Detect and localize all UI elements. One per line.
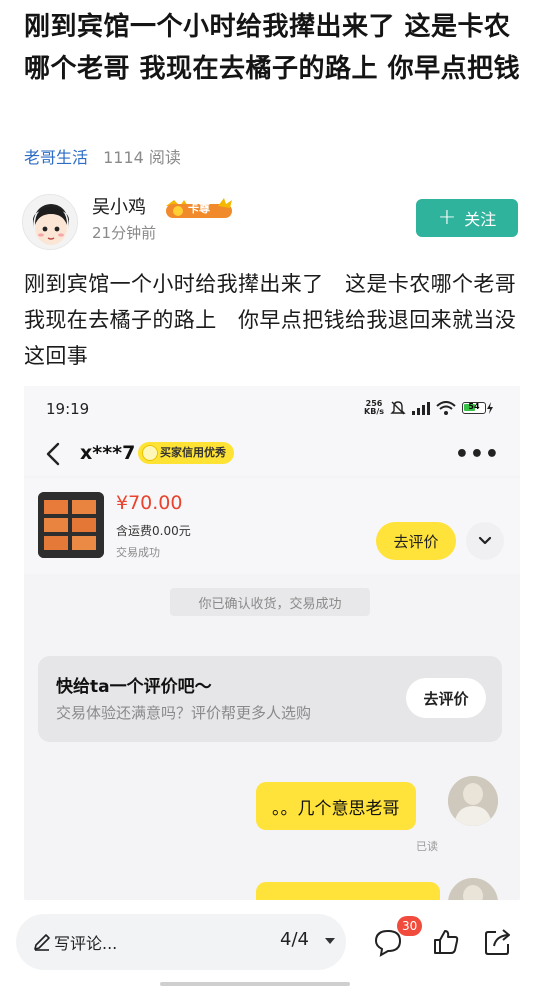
pencil-icon	[34, 934, 50, 951]
follow-label: 关注	[464, 210, 497, 229]
read-receipt: 已读	[416, 840, 438, 853]
battery-icon: 54	[462, 402, 494, 414]
prompt-review-button[interactable]: 去评价	[406, 678, 486, 718]
page-indicator[interactable]: 4/4	[280, 929, 309, 950]
sender-avatar[interactable]	[448, 878, 498, 900]
order-shipping: 含运费0.00元	[116, 524, 191, 538]
signal-icon	[412, 402, 430, 415]
article-meta: 老哥生活 1114 阅读	[24, 146, 181, 170]
product-thumbnail[interactable]	[38, 492, 104, 558]
status-bar: 19:19 256 KB/s 54	[24, 386, 520, 432]
comment-placeholder: 写评论...	[54, 934, 118, 953]
article-headline: 刚到宾馆一个小时给我撵出来了 这是卡农哪个老哥 我现在去橘子的路上 你早点把钱	[24, 12, 521, 84]
prompt-subtitle: 交易体验还满意吗？评价帮更多人选购	[56, 704, 312, 722]
post-time: 21分钟前	[92, 224, 157, 242]
chat-header: x***7 买家信用优秀 •••	[24, 432, 520, 476]
home-indicator	[160, 982, 350, 986]
chat-message-partial[interactable]	[256, 882, 440, 900]
review-prompt-card: 快给ta一个评价吧～ 交易体验还满意吗？评价帮更多人选购 去评价	[38, 656, 502, 742]
sender-avatar[interactable]	[448, 776, 498, 826]
more-icon[interactable]: •••	[455, 442, 500, 467]
like-icon[interactable]	[430, 926, 462, 958]
review-button[interactable]: 去评价	[376, 522, 456, 560]
chat-username[interactable]: x***7	[80, 442, 135, 464]
status-icons: 256 KB/s 54	[364, 400, 494, 416]
order-card[interactable]: ¥70.00 含运费0.00元 交易成功 去评价	[24, 478, 520, 574]
follow-button[interactable]: + 关注	[416, 199, 518, 237]
bottom-bar: 写评论... 4/4 30	[0, 900, 536, 987]
caret-down-icon[interactable]	[324, 936, 336, 946]
article-body: 刚到宾馆一个小时给我撵出来了 这是卡农哪个老哥 我现在去橘子的路上 你早点把钱给…	[24, 272, 536, 368]
back-icon[interactable]	[42, 440, 66, 468]
author-avatar[interactable]	[22, 194, 78, 250]
author-name[interactable]: 吴小鸡	[92, 196, 146, 220]
system-message: 你已确认收货，交易成功	[170, 588, 370, 616]
chevron-down-icon	[478, 536, 492, 545]
comment-count-badge: 30	[397, 916, 423, 936]
status-time: 19:19	[46, 400, 90, 418]
share-icon[interactable]	[482, 926, 514, 958]
embedded-screenshot[interactable]: 19:19 256 KB/s 54 x***7 买家信用优秀 ••• ¥70.0…	[24, 386, 520, 900]
comment-input[interactable]: 写评论... 4/4	[16, 914, 346, 970]
channel-link[interactable]: 老哥生活	[24, 148, 88, 167]
chat-message[interactable]: 。。几个意思老哥	[256, 782, 416, 830]
crown-badge: 卡尊	[162, 196, 236, 220]
net-speed: 256 KB/s	[364, 400, 384, 416]
order-price: ¥70.00	[116, 492, 183, 514]
plus-icon: +	[437, 205, 457, 230]
read-count: 1114 阅读	[103, 148, 181, 167]
prompt-title: 快给ta一个评价吧～	[56, 677, 212, 697]
expand-button[interactable]	[466, 522, 504, 560]
author-row: 吴小鸡 卡尊 21分钟前 + 关注	[22, 194, 518, 252]
credit-label: 买家信用优秀	[160, 446, 226, 459]
badge-label: 卡尊	[188, 202, 210, 215]
mute-icon	[390, 401, 406, 415]
battery-level: 54	[468, 402, 480, 411]
credit-badge: 买家信用优秀	[138, 442, 234, 464]
wifi-icon	[436, 401, 456, 415]
net-speed-unit: KB/s	[364, 407, 384, 416]
order-status: 交易成功	[116, 546, 160, 559]
credit-icon	[142, 445, 158, 461]
